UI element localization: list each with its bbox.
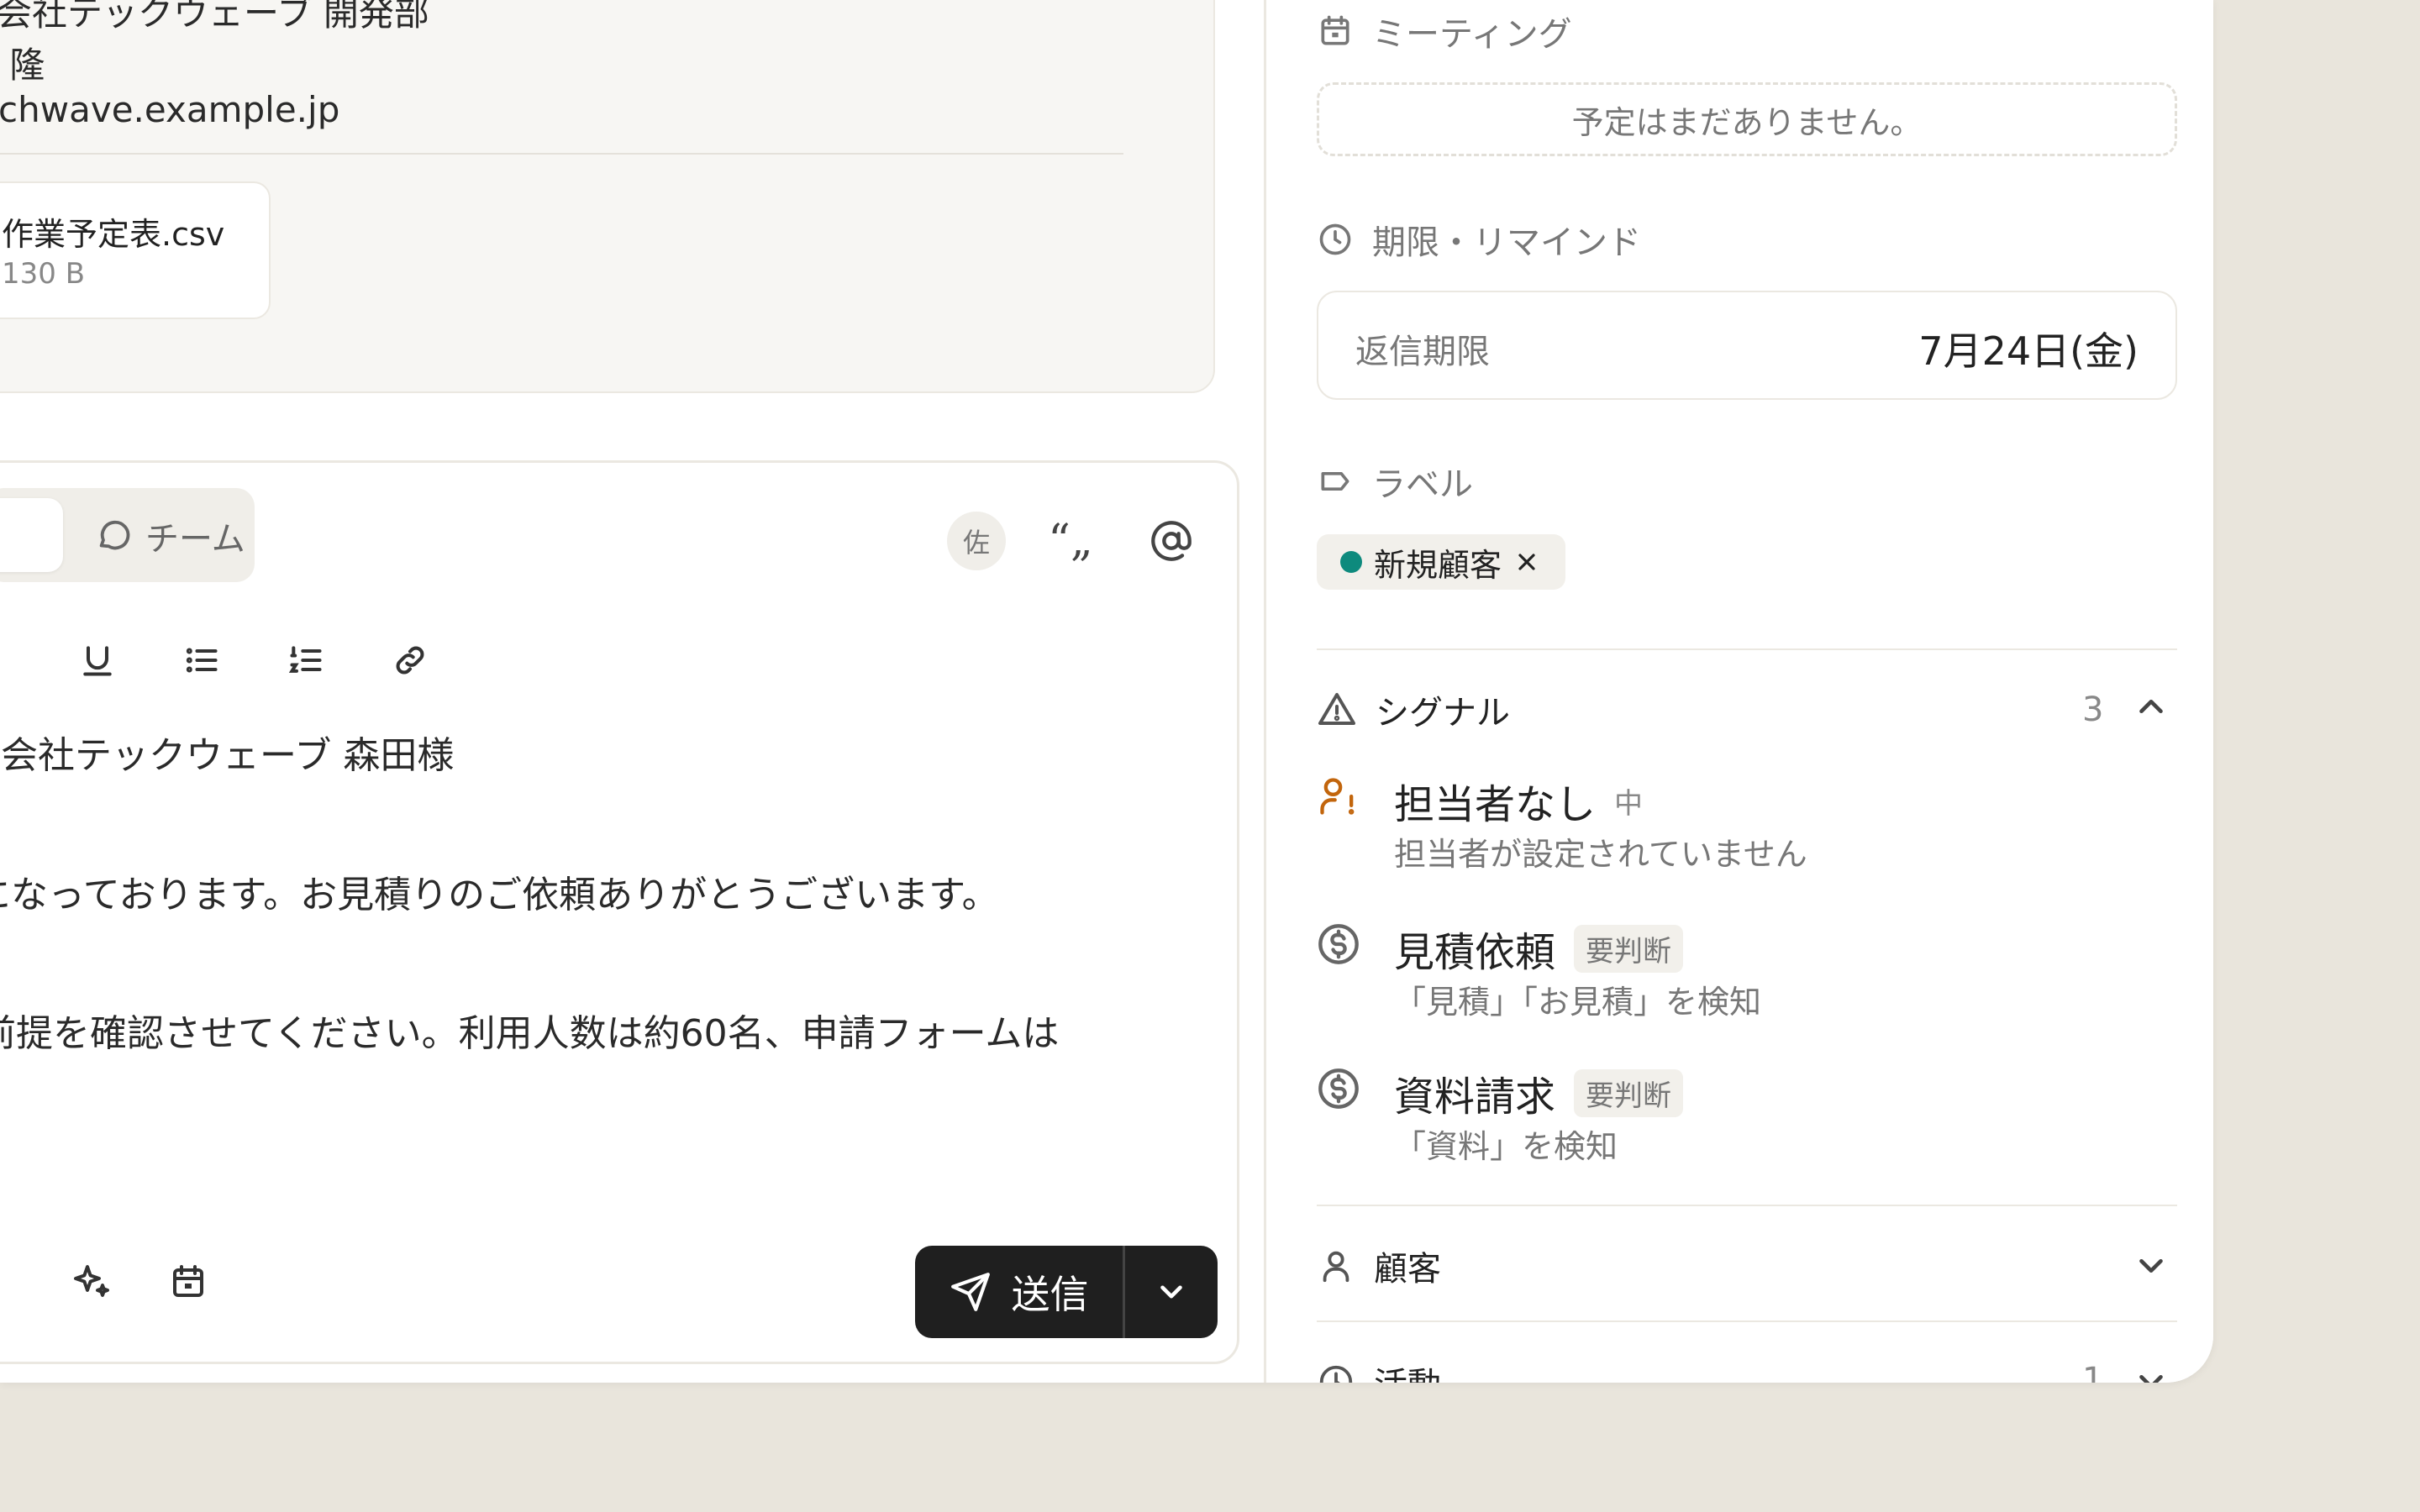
signature-divider bbox=[0, 153, 1123, 155]
activity-section-header[interactable]: 活動 bbox=[1317, 1357, 1441, 1383]
label-chip[interactable]: 新規顧客 bbox=[1317, 534, 1566, 590]
signals-count: 3 bbox=[2082, 690, 2104, 729]
send-label: 送信 bbox=[1011, 1272, 1089, 1317]
quote-button[interactable]: “„ bbox=[1041, 512, 1100, 570]
signal-title: 担当者なし bbox=[1394, 781, 1597, 828]
signals-title: シグナル bbox=[1376, 694, 1510, 732]
send-button-group: 送信 bbox=[915, 1246, 1218, 1338]
person-icon bbox=[1317, 1247, 1355, 1285]
sparkles-icon bbox=[71, 1262, 111, 1302]
chevron-down-icon[interactable] bbox=[2132, 1362, 2170, 1383]
send-icon bbox=[950, 1271, 992, 1313]
activity-count: 1 bbox=[2082, 1361, 2104, 1383]
meeting-title: ミーティング bbox=[1372, 15, 1572, 54]
signal-description: 「資料」を検知 bbox=[1394, 1128, 1618, 1165]
activity-title: 活動 bbox=[1374, 1357, 1441, 1383]
numbered-list-icon bbox=[287, 642, 324, 679]
attachment-size: 130 B bbox=[2, 257, 86, 291]
quote-icon: “„ bbox=[1048, 516, 1093, 566]
remove-label-icon[interactable] bbox=[1513, 549, 1540, 575]
underline-icon bbox=[79, 642, 116, 679]
signal-description: 担当者が設定されていません bbox=[1394, 836, 1807, 873]
numbered-list-button[interactable] bbox=[276, 631, 335, 690]
send-options-button[interactable] bbox=[1125, 1246, 1218, 1338]
bullet-list-button[interactable] bbox=[172, 631, 231, 690]
signal-title: 見積依頼 bbox=[1394, 929, 1556, 976]
attachment-name: 作業予定表.csv bbox=[2, 216, 225, 253]
meeting-section-header: ミーティング bbox=[1317, 7, 1572, 55]
tab-reply[interactable] bbox=[0, 498, 63, 572]
section-divider bbox=[1317, 1320, 2177, 1322]
meeting-empty-state: 予定はまだありません。 bbox=[1317, 82, 2177, 156]
schedule-button[interactable] bbox=[159, 1252, 218, 1311]
avatar: 佐 bbox=[947, 512, 1006, 570]
tab-team[interactable]: チーム bbox=[95, 512, 245, 560]
deadline-title: 期限・リマインド bbox=[1372, 223, 1641, 262]
signature-name: 森田 隆 bbox=[0, 45, 45, 86]
signals-section-header[interactable]: シグナル bbox=[1317, 685, 1510, 734]
labels-section-header: ラベル bbox=[1317, 457, 1473, 506]
tab-team-label: チーム bbox=[145, 520, 245, 559]
label-color-dot bbox=[1340, 551, 1362, 573]
signature-email: morita@techwave.example.jp bbox=[0, 89, 340, 130]
bullet-list-icon bbox=[183, 642, 220, 679]
signal-description: 「見積」「お見積」を検知 bbox=[1394, 984, 1762, 1021]
section-divider bbox=[1317, 648, 2177, 650]
clock-icon bbox=[1317, 221, 1354, 258]
customer-title: 顧客 bbox=[1374, 1250, 1441, 1289]
signal-title: 資料請求 bbox=[1394, 1074, 1556, 1121]
chevron-up-icon[interactable] bbox=[2132, 687, 2170, 726]
chat-bubble-icon bbox=[95, 517, 134, 555]
body-greeting[interactable]: 株式会社テックウェーブ 森田様 bbox=[0, 725, 454, 779]
tag-icon bbox=[1317, 463, 1354, 500]
warning-triangle-icon bbox=[1317, 690, 1357, 730]
link-icon bbox=[392, 642, 429, 679]
signal-severity: 中 bbox=[1614, 786, 1644, 821]
customer-section-header[interactable]: 顧客 bbox=[1317, 1242, 1441, 1290]
assignee-avatar[interactable]: 佐 bbox=[947, 512, 1006, 570]
signature-company: 株式会社テックウェーブ 開発部 bbox=[0, 0, 429, 34]
ai-assist-button[interactable] bbox=[61, 1252, 120, 1311]
signal-item[interactable]: 見積依頼 要判断 「見積」「お見積」を検知 bbox=[1317, 919, 2177, 1028]
deadline-section-header: 期限・リマインド bbox=[1317, 215, 1641, 264]
signal-tag: 要判断 bbox=[1574, 1068, 1684, 1117]
signal-item[interactable]: 担当者なし 中 担当者が設定されていません bbox=[1317, 771, 2177, 880]
app-window: 株式会社テックウェーブ 開発部 森田 隆 morita@techwave.exa… bbox=[0, 0, 2213, 1383]
body-line-1[interactable]: いつもお世話になっております。お見積りのご依頼ありがとうございます。 bbox=[0, 864, 999, 918]
person-alert-icon bbox=[1317, 774, 1360, 818]
link-button[interactable] bbox=[381, 631, 439, 690]
body-line-2[interactable]: まずは前提を確認させてください。利用人数は約60名、申請フォームは bbox=[0, 1003, 1059, 1057]
attachment-card[interactable]: 作業予定表.csv 130 B bbox=[0, 181, 271, 319]
labels-title: ラベル bbox=[1372, 465, 1473, 504]
deadline-value: 7月24日(金) bbox=[1918, 328, 2139, 374]
dollar-icon bbox=[1317, 922, 1360, 966]
mention-button[interactable] bbox=[1142, 512, 1201, 570]
signal-item[interactable]: 資料請求 要判断 「資料」を検知 bbox=[1317, 1063, 2177, 1173]
chevron-down-icon[interactable] bbox=[2132, 1247, 2170, 1285]
signal-tag: 要判断 bbox=[1574, 924, 1684, 973]
clock-icon bbox=[1317, 1362, 1355, 1383]
chevron-down-icon bbox=[1154, 1274, 1189, 1310]
message-card: 株式会社テックウェーブ 開発部 森田 隆 morita@techwave.exa… bbox=[0, 0, 1215, 393]
details-panel: ミーティング 予定はまだありません。 期限・リマインド 返信期限 7月24日(金… bbox=[1264, 0, 2213, 1383]
deadline-label: 返信期限 bbox=[1355, 333, 1490, 371]
label-chip-name: 新規顧客 bbox=[1374, 546, 1502, 584]
dollar-icon bbox=[1317, 1067, 1360, 1110]
section-divider bbox=[1317, 1205, 2177, 1206]
reply-deadline-field[interactable]: 返信期限 7月24日(金) bbox=[1317, 291, 2177, 400]
calendar-icon bbox=[1317, 13, 1354, 50]
send-button[interactable]: 送信 bbox=[915, 1246, 1125, 1338]
at-sign-icon bbox=[1150, 519, 1193, 563]
calendar-icon bbox=[168, 1262, 208, 1302]
composer-mode-tabs: チーム bbox=[0, 488, 255, 582]
reply-composer: チーム 佐 “„ 会社テックウェーブ 森田様 なっております。お見積りのご依頼あ… bbox=[0, 460, 1239, 1364]
underline-button[interactable] bbox=[68, 631, 127, 690]
